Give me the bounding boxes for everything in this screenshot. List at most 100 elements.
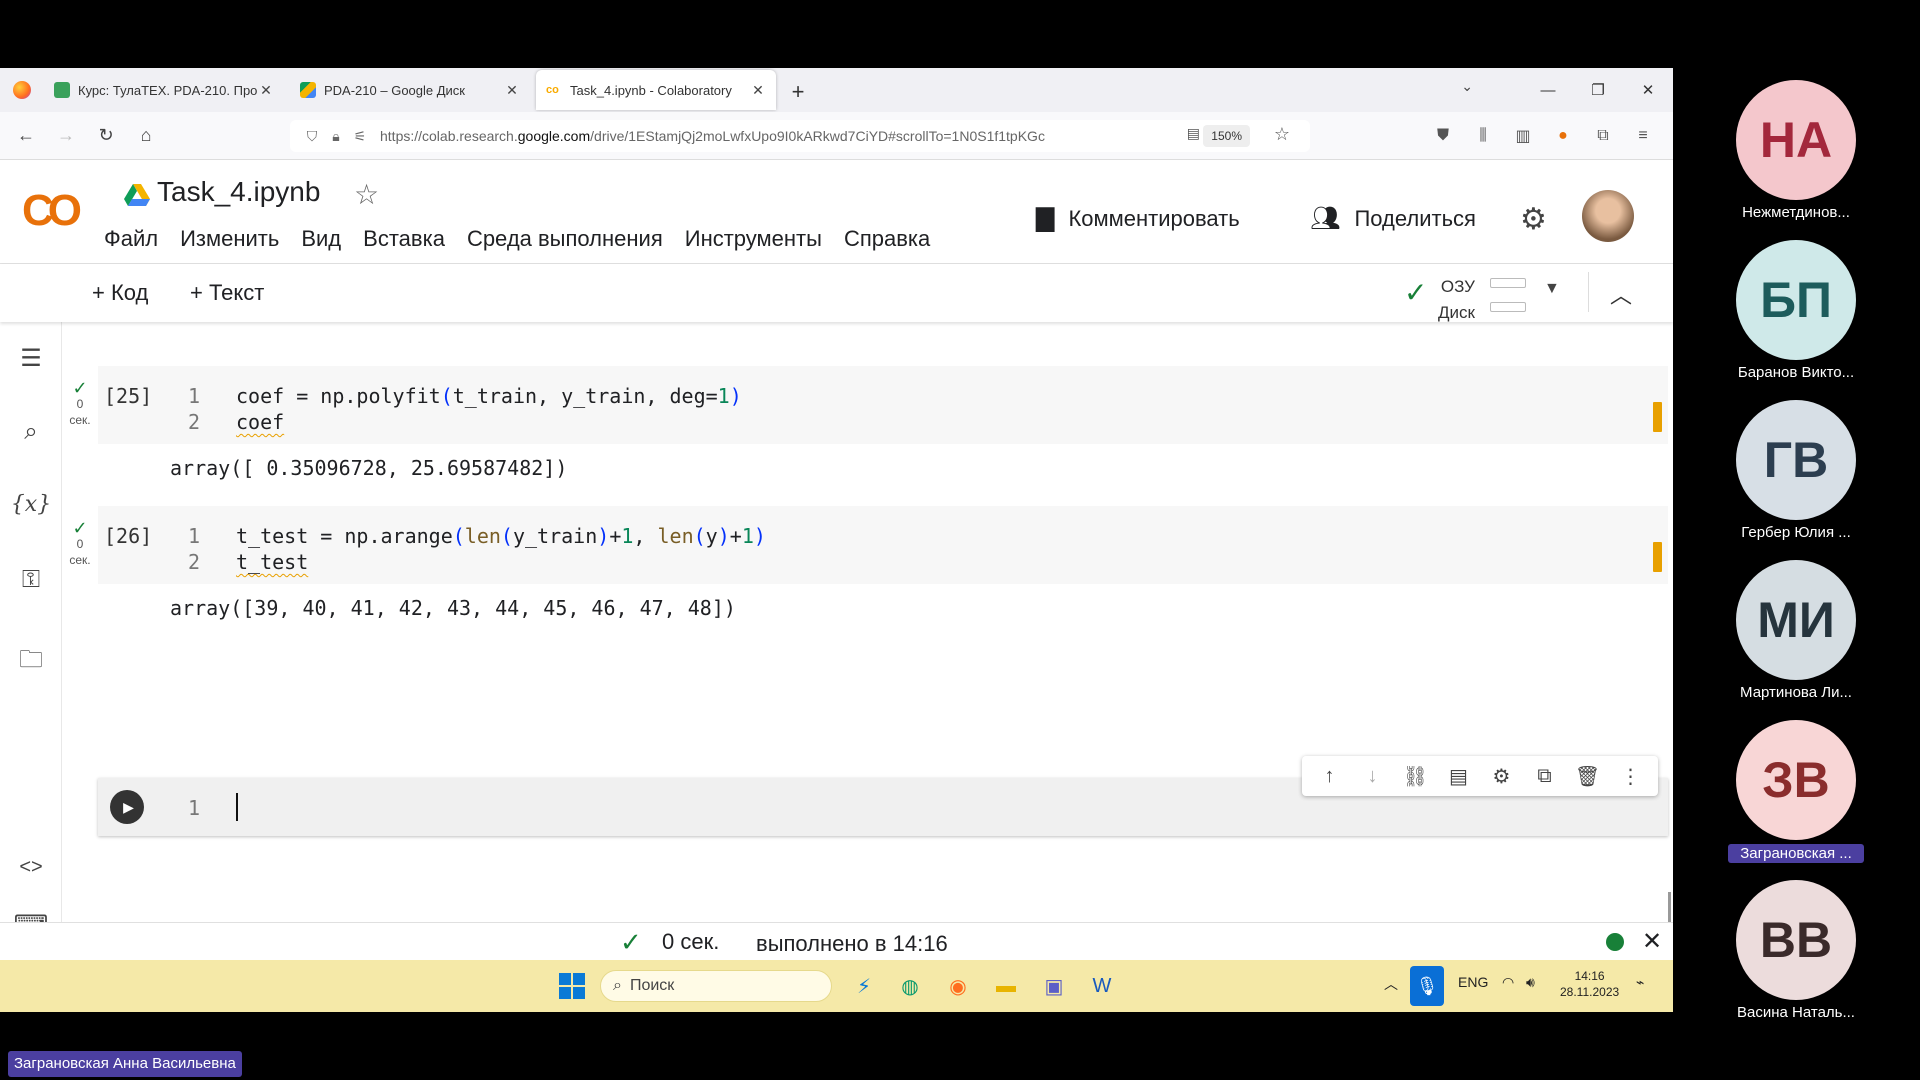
tab-drive[interactable]: PDA-210 – Google Диск ✕ [290, 70, 530, 110]
extensions-icon[interactable]: ⧉ [1583, 116, 1623, 156]
volume-icon[interactable]: 🔊︎ [1526, 974, 1535, 991]
language-indicator[interactable]: ENG [1458, 974, 1488, 990]
wifi-icon[interactable]: ◠ [1502, 974, 1514, 991]
home-icon[interactable]: ⌂ [126, 116, 166, 156]
add-text-button[interactable]: + Текст [190, 280, 264, 306]
cell-settings-icon[interactable]: ⚙ [1482, 764, 1522, 789]
close-status-icon[interactable]: ✕ [1642, 927, 1662, 956]
disk-label: Диск [1438, 303, 1475, 322]
reader-view-icon[interactable]: ▤ [1187, 125, 1200, 142]
code-token: ) [597, 524, 610, 548]
comment-icon[interactable]: ▤ [1439, 764, 1479, 789]
tab-title: Task_4.ipynb - Colaboratory [570, 82, 732, 98]
participant-tile[interactable]: ЗВ Заграновская ... [1728, 720, 1864, 863]
notebook-toolbar: + Код + Текст ✓ ОЗУ Диск ▼ ︿ [0, 264, 1673, 322]
code-token: coef = np.polyfit [236, 384, 441, 408]
dropdown-caret-icon[interactable]: ▼ [1544, 280, 1560, 298]
tab-course[interactable]: Курс: ТулаТЕХ. PDA-210. Прог ✕ [44, 70, 284, 110]
close-tab-icon[interactable]: ✕ [750, 82, 766, 99]
new-tab-button[interactable]: + [782, 72, 814, 112]
library-icon[interactable]: ⫼ [1463, 116, 1503, 156]
user-avatar[interactable] [1582, 190, 1634, 242]
menu-help[interactable]: Справка [844, 226, 930, 252]
menu-tools[interactable]: Инструменты [685, 226, 822, 252]
resource-labels[interactable]: ОЗУ Диск [1438, 274, 1475, 326]
colab-logo[interactable]: CO [22, 186, 82, 236]
move-cell-down-icon[interactable]: ↓ [1353, 765, 1393, 788]
secrets-key-icon[interactable]: ⚿ [0, 566, 62, 594]
bookmark-star-icon[interactable]: ☆ [1274, 124, 1290, 145]
code-line[interactable]: t_test = np.arange(len(y_train)+1, len(y… [236, 524, 766, 548]
code-cell[interactable]: [25] 1 2 coef = np.polyfit(t_train, y_tr… [98, 366, 1668, 444]
firefox-menu[interactable] [0, 68, 44, 112]
reload-icon[interactable]: ↻ [86, 116, 126, 156]
code-line[interactable]: coef = np.polyfit(t_train, y_train, deg=… [236, 384, 742, 408]
minimize-icon[interactable]: — [1523, 68, 1573, 112]
tab-colab[interactable]: co Task_4.ipynb - Colaboratory ✕ [536, 70, 776, 110]
taskbar-search[interactable]: ⌕ Поиск [600, 970, 832, 1002]
files-folder-icon[interactable]: 🗀︎ [0, 642, 62, 683]
taskbar-clock[interactable]: 14:16 28.11.2023 [1560, 968, 1619, 1000]
back-icon[interactable]: ← [6, 116, 46, 156]
search-icon[interactable]: ⌕ [0, 418, 62, 446]
close-tab-icon[interactable]: ✕ [258, 82, 274, 99]
firefox-taskbar-icon[interactable]: ◉ [942, 970, 974, 1002]
menu-view[interactable]: Вид [301, 226, 341, 252]
close-tab-icon[interactable]: ✕ [504, 82, 520, 99]
code-token: t_test = np.arange [236, 524, 453, 548]
menu-file[interactable]: Файл [104, 226, 158, 252]
comment-button[interactable]: ▇ Комментировать [1036, 204, 1240, 233]
collapse-header-icon[interactable]: ︿ [1610, 278, 1632, 310]
window-controls: — ❐ ✕ [1523, 68, 1673, 112]
mirror-cell-icon[interactable]: ⧉ [1525, 765, 1565, 788]
hamburger-menu-icon[interactable]: ≡ [1623, 116, 1663, 156]
link-icon[interactable]: ⛓ [1396, 764, 1436, 789]
list-tabs-icon[interactable]: ⌄ [1461, 78, 1473, 95]
sidebar-icon[interactable]: ▥ [1503, 116, 1543, 156]
participant-tile[interactable]: БП Баранов Викто... [1736, 240, 1856, 381]
run-cell-play-icon[interactable]: ▶ [110, 790, 144, 824]
windows-start-icon[interactable] [556, 970, 588, 1002]
participant-tile[interactable]: НА Нежметдинов... [1736, 80, 1856, 221]
participant-tile[interactable]: МИ Мартинова Ли... [1736, 560, 1856, 701]
move-cell-up-icon[interactable]: ↑ [1310, 765, 1350, 788]
permissions-icon[interactable]: ⚟ [348, 128, 372, 145]
participant-tile[interactable]: ВВ Васина Наталь... [1736, 880, 1856, 1021]
file-explorer-icon[interactable]: ▬ [990, 970, 1022, 1002]
teams-icon[interactable]: ▣ [1038, 970, 1070, 1002]
edge-icon[interactable]: ◍ [894, 970, 926, 1002]
tray-expand-icon[interactable]: ︿ [1384, 974, 1398, 994]
more-options-icon[interactable]: ⋮ [1611, 764, 1651, 789]
star-icon[interactable]: ☆ [354, 178, 379, 211]
menu-insert[interactable]: Вставка [363, 226, 445, 252]
shield-icon[interactable]: ⛉ [300, 128, 324, 145]
url-bar[interactable]: ⛉ 🔒︎ ⚟ https://colab.research.google.com… [290, 120, 1310, 152]
lock-icon[interactable]: 🔒︎ [324, 128, 348, 145]
add-code-button[interactable]: + Код [92, 280, 148, 306]
code-line[interactable]: t_test [236, 550, 308, 574]
notebook-title[interactable]: Task_4.ipynb [157, 176, 320, 208]
pocket-icon[interactable]: ⛊ [1423, 116, 1463, 156]
table-of-contents-icon[interactable]: ☰ [0, 344, 62, 373]
delete-cell-icon[interactable]: 🗑︎ [1568, 764, 1608, 789]
word-icon[interactable]: W [1086, 970, 1118, 1002]
menu-runtime[interactable]: Среда выполнения [467, 226, 663, 252]
menu-edit[interactable]: Изменить [180, 226, 279, 252]
microphone-icon[interactable]: 🎙︎ [1410, 966, 1444, 1006]
code-line[interactable]: coef [236, 410, 284, 434]
share-button[interactable]: 👥︎ Поделиться [1310, 204, 1476, 233]
notifications-icon[interactable]: ⌁ [1636, 974, 1644, 991]
scrollbar[interactable] [1668, 892, 1671, 922]
zoom-level[interactable]: 150% [1203, 125, 1250, 147]
restore-icon[interactable]: ❐ [1573, 68, 1623, 112]
settings-gear-icon[interactable]: ⚙ [1520, 202, 1547, 237]
code-cell[interactable]: [26] 1 2 t_test = np.arange(len(y_train)… [98, 506, 1668, 584]
close-window-icon[interactable]: ✕ [1623, 68, 1673, 112]
code-snippets-icon[interactable]: <> [0, 856, 62, 879]
forward-icon[interactable]: → [46, 116, 86, 156]
variables-icon[interactable]: {x} [0, 492, 62, 517]
cell-exec-time: 0 [76, 397, 84, 411]
participant-tile[interactable]: ГВ Гербер Юлия ... [1736, 400, 1856, 541]
extension-icon[interactable]: ● [1543, 116, 1583, 156]
copilot-icon[interactable]: ⚡ [848, 970, 880, 1002]
